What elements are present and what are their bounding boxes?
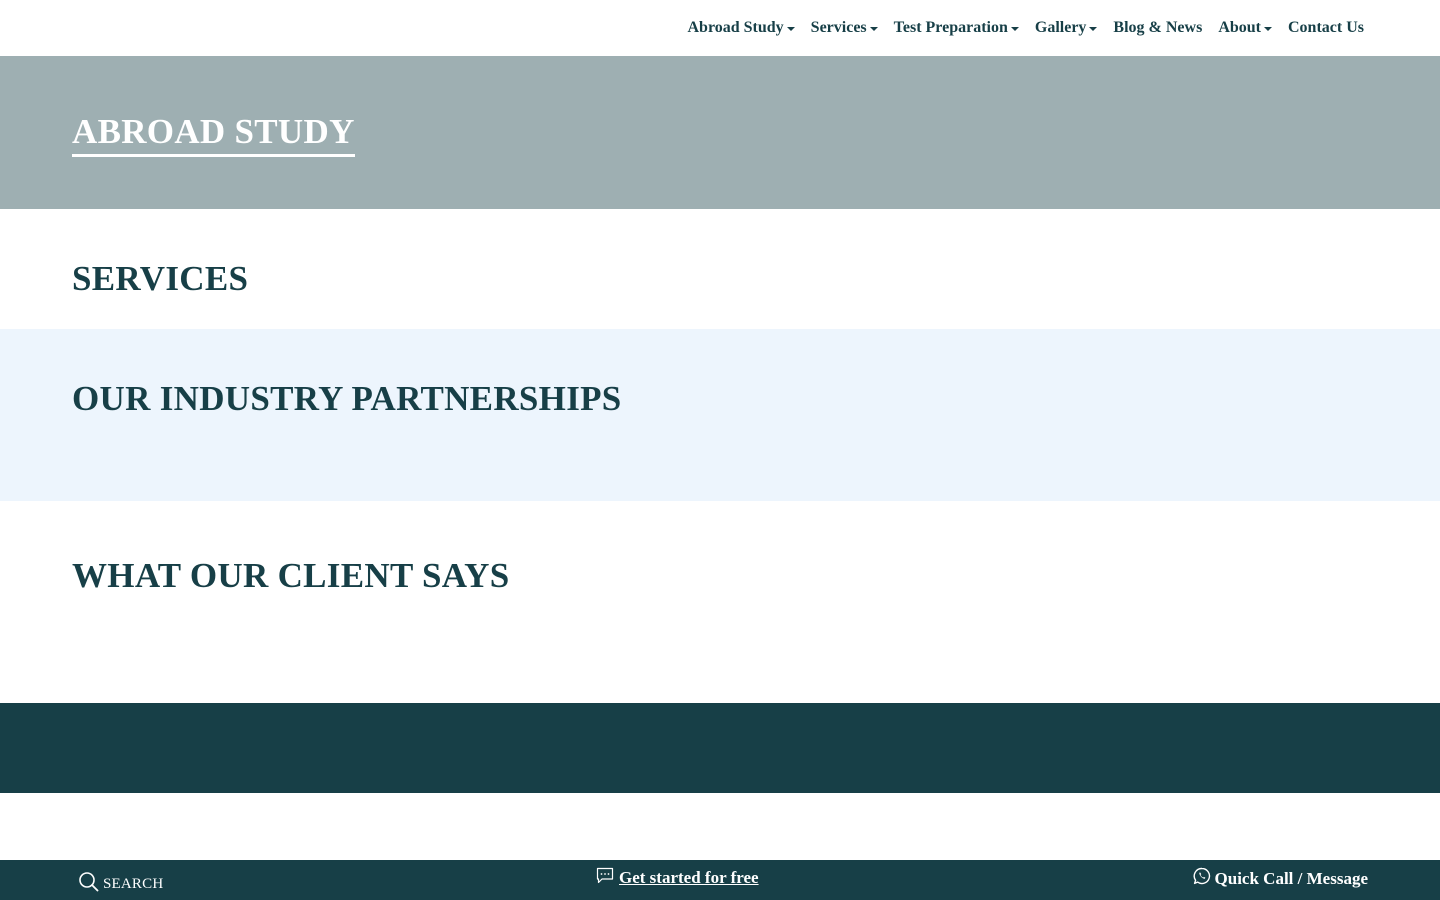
get-started-label: Get started for free [619, 868, 759, 887]
nav-blog-news[interactable]: Blog & News [1105, 19, 1210, 37]
nav-item-label: Gallery [1034, 19, 1087, 36]
nav-item-label: About [1218, 19, 1261, 36]
partnerships-section: OUR INDUSTRY PARTNERSHIPS [0, 329, 1440, 501]
hero-title: ABROAD STUDY [72, 112, 355, 157]
chevron-down-icon [869, 26, 878, 31]
testimonials-heading: WHAT OUR CLIENT SAYS [72, 556, 510, 595]
nav-abroad-study[interactable]: Abroad Study [679, 19, 802, 37]
nav-item-label: Contact Us [1288, 19, 1364, 36]
nav-test-preparation[interactable]: Test Preparation [886, 19, 1027, 37]
get-started-link[interactable]: Get started for free [596, 867, 759, 889]
testimonials-section: WHAT OUR CLIENT SAYS [0, 501, 1440, 703]
services-heading: SERVICES [72, 259, 249, 298]
nav-contact-us[interactable]: Contact Us [1280, 19, 1372, 37]
chevron-down-icon [1010, 26, 1019, 31]
bottom-action-bar: SEARCH Get started for free Quick Call /… [0, 860, 1440, 900]
nav-services[interactable]: Services [803, 19, 886, 37]
nav-item-label: Services [810, 19, 867, 36]
top-navbar: Abroad Study Services Test Preparation G… [0, 0, 1440, 56]
chevron-down-icon [1089, 26, 1098, 31]
nav-about[interactable]: About [1210, 19, 1280, 37]
chat-icon [596, 867, 614, 889]
search-icon [78, 871, 99, 897]
chevron-down-icon [1264, 26, 1272, 31]
nav-gallery[interactable]: Gallery [1027, 19, 1106, 37]
nav-item-label: Abroad Study [687, 19, 784, 36]
search-label: SEARCH [103, 875, 164, 892]
whatsapp-icon [1193, 867, 1211, 890]
quick-call-button[interactable]: Quick Call / Message [1193, 867, 1368, 890]
hero-banner: ABROAD STUDY [0, 56, 1440, 209]
footer-band [0, 703, 1440, 793]
services-section: SERVICES [0, 209, 1440, 329]
nav-item-label: Test Preparation [893, 19, 1008, 36]
chevron-down-icon [786, 26, 795, 31]
search-button[interactable]: SEARCH [78, 871, 163, 897]
partnerships-heading: OUR INDUSTRY PARTNERSHIPS [72, 379, 622, 418]
nav-item-label: Blog & News [1113, 19, 1203, 36]
quick-call-label: Quick Call / Message [1214, 868, 1368, 888]
main-nav: Abroad Study Services Test Preparation G… [679, 0, 1372, 56]
